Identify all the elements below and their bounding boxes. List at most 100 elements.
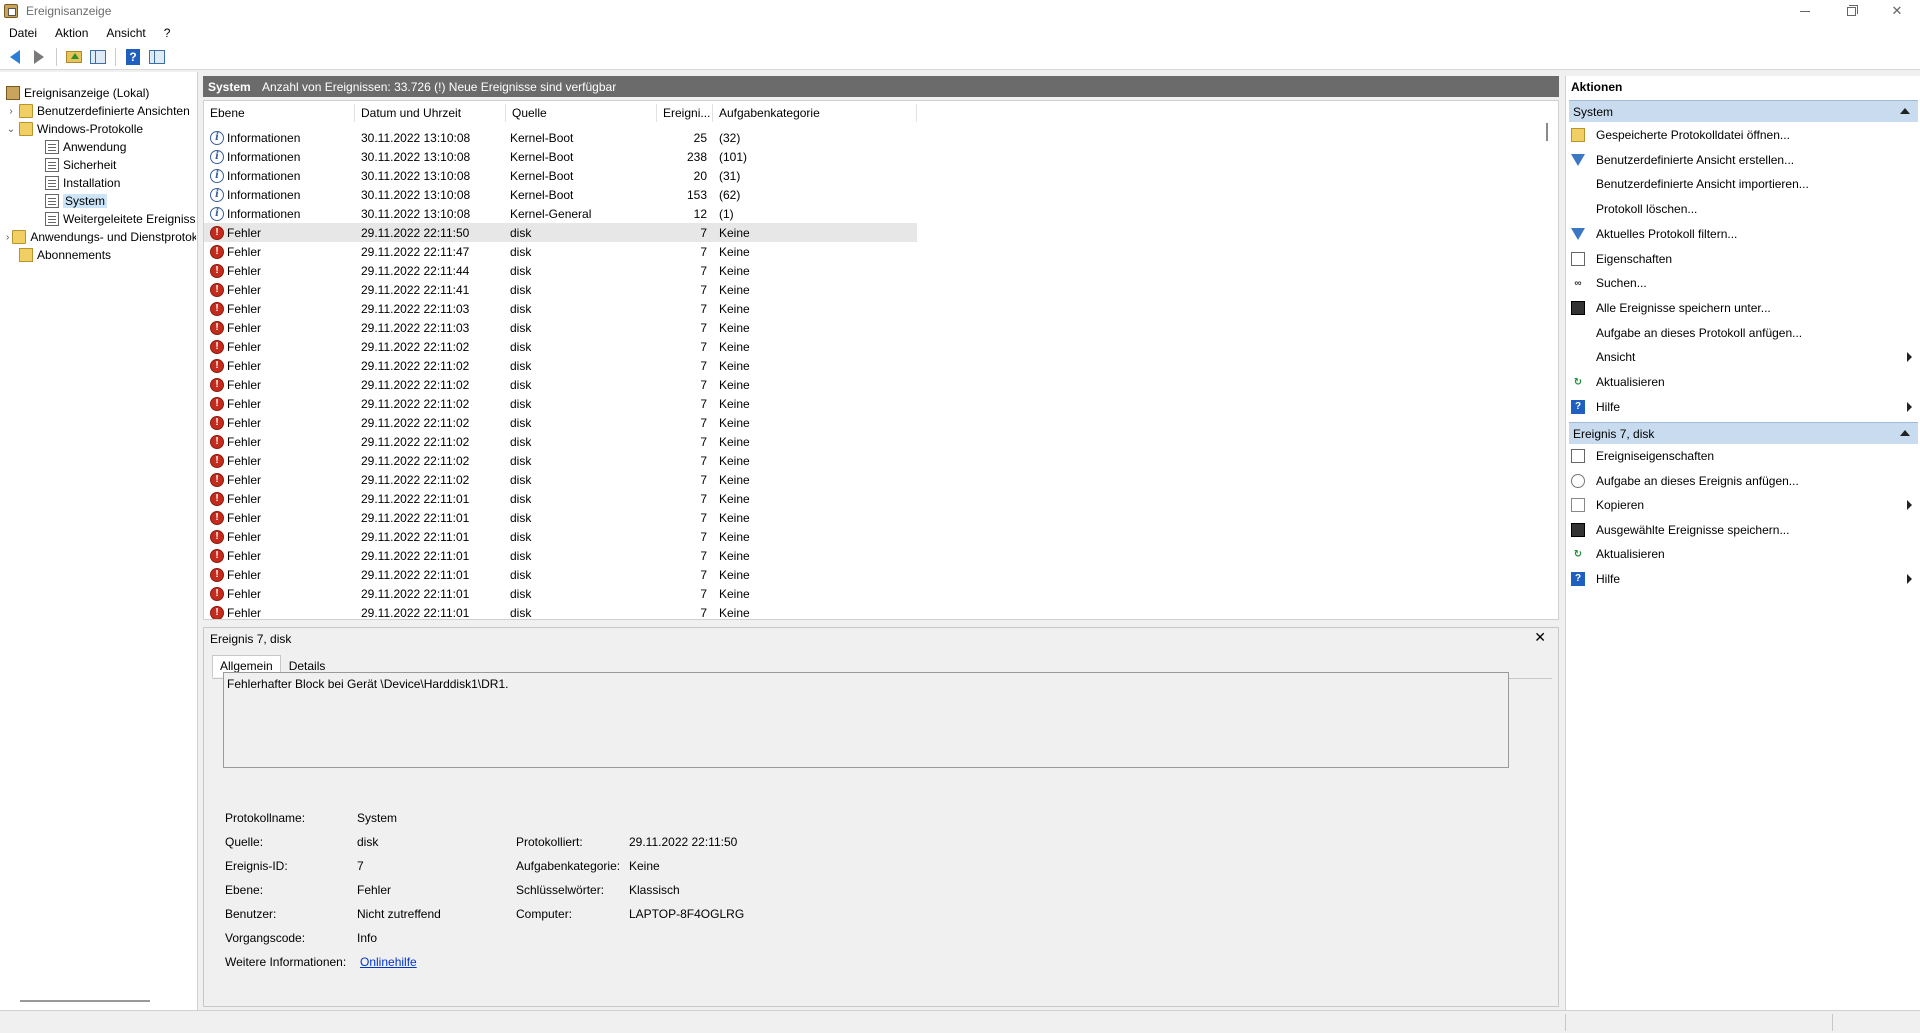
chevron-right-icon[interactable]: › — [6, 232, 9, 243]
table-row[interactable]: ! Fehler 29.11.2022 22:11:02 disk 7 Keine — [204, 432, 917, 451]
action-item[interactable]: Kopieren — [1571, 495, 1918, 515]
menu-aktion[interactable]: Aktion — [46, 22, 97, 44]
table-row[interactable]: i Informationen 30.11.2022 13:10:08 Kernel-… — [204, 185, 917, 204]
table-row[interactable]: ! Fehler 29.11.2022 22:11:02 disk 7 Keine — [204, 451, 917, 470]
vertical-scrollbar[interactable] — [1544, 101, 1552, 619]
scrollbar-thumb[interactable] — [1546, 123, 1548, 141]
action-item[interactable]: Ansicht — [1571, 347, 1918, 367]
table-row[interactable]: ! Fehler 29.11.2022 22:11:01 disk 7 Keine — [204, 603, 917, 619]
action-item[interactable]: Aktuelles Protokoll filtern... — [1571, 224, 1918, 244]
cell-level: ! Fehler — [204, 567, 355, 582]
online-help-link[interactable]: Onlinehilfe — [360, 955, 417, 969]
table-row[interactable]: ! Fehler 29.11.2022 22:11:02 disk 7 Keine — [204, 470, 917, 489]
tree-item-forwarded-events[interactable]: Weitergeleitete Ereignisse — [45, 210, 195, 228]
table-row[interactable]: i Informationen 30.11.2022 13:10:08 Kernel-… — [204, 147, 917, 166]
action-label: Hilfe — [1596, 571, 1621, 586]
table-row[interactable]: ! Fehler 29.11.2022 22:11:01 disk 7 Keine — [204, 527, 917, 546]
restore-button[interactable] — [1828, 0, 1874, 22]
table-row[interactable]: ! Fehler 29.11.2022 22:11:02 disk 7 Keine — [204, 394, 917, 413]
action-item[interactable]: Benutzerdefinierte Ansicht erstellen... — [1571, 150, 1918, 170]
action-item[interactable]: ? Hilfe — [1571, 397, 1918, 417]
table-row[interactable]: ! Fehler 29.11.2022 22:11:47 disk 7 Keine — [204, 242, 917, 261]
chevron-down-icon[interactable]: ⌄ — [6, 124, 16, 135]
level-text: Fehler — [227, 396, 262, 411]
cell-event-id: 25 — [693, 130, 707, 145]
tree-item-system[interactable]: System — [45, 192, 108, 210]
table-row[interactable]: i Informationen 30.11.2022 13:10:08 Kernel-… — [204, 166, 917, 185]
action-item[interactable]: Aufgabe an dieses Ereignis anfügen... — [1571, 471, 1918, 491]
table-row[interactable]: ! Fehler 29.11.2022 22:11:44 disk 7 Keine — [204, 261, 917, 280]
event-message[interactable]: Fehlerhafter Block bei Gerät \Device\Har… — [223, 672, 1509, 768]
horizontal-scrollbar[interactable] — [20, 1000, 150, 1002]
collapse-up-icon[interactable] — [1900, 430, 1910, 436]
column-header-level[interactable]: Ebene — [204, 104, 355, 122]
action-label: Gespeicherte Protokolldatei öffnen... — [1596, 128, 1790, 142]
table-row[interactable]: ! Fehler 29.11.2022 22:11:02 disk 7 Keine — [204, 375, 917, 394]
action-pane-icon — [149, 49, 165, 64]
tree-item-root[interactable]: Ereignisanzeige (Lokal) — [6, 84, 149, 102]
table-row[interactable]: ! Fehler 29.11.2022 22:11:02 disk 7 Keine — [204, 356, 917, 375]
tree-item-anwendung[interactable]: Anwendung — [45, 138, 126, 156]
action-item[interactable]: Ausgewählte Ereignisse speichern... — [1571, 520, 1918, 540]
close-details-icon[interactable]: ✕ — [1534, 629, 1546, 646]
tree-item-app-service-logs[interactable]: › Anwendungs- und Dienstprotokolle — [6, 228, 196, 246]
menu-ansicht[interactable]: Ansicht — [97, 22, 154, 44]
back-button[interactable] — [4, 46, 26, 68]
tree-item-custom-views[interactable]: › Benutzerdefinierte Ansichten — [6, 102, 190, 120]
chevron-right-icon[interactable]: › — [6, 106, 16, 117]
column-header-task-category[interactable]: Aufgabenkategorie — [713, 104, 917, 122]
tree-item-windows-logs[interactable]: ⌄ Windows-Protokolle — [6, 120, 143, 138]
tree-item-sicherheit[interactable]: Sicherheit — [45, 156, 116, 174]
table-row[interactable]: ! Fehler 29.11.2022 22:11:41 disk 7 Keine — [204, 280, 917, 299]
table-row[interactable]: ! Fehler 29.11.2022 22:11:02 disk 7 Keine — [204, 413, 917, 432]
column-header-source[interactable]: Quelle — [506, 104, 657, 122]
actions-section-system[interactable]: System — [1569, 100, 1918, 122]
action-item[interactable]: ↻ Aktualisieren — [1571, 372, 1918, 392]
tree-item-installation[interactable]: Installation — [45, 174, 120, 192]
refresh-icon: ↻ — [1573, 548, 1583, 560]
column-header-event-id[interactable]: Ereigni... — [657, 104, 713, 122]
table-row[interactable]: ! Fehler 29.11.2022 22:11:02 disk 7 Keine — [204, 337, 917, 356]
action-item[interactable]: Gespeicherte Protokolldatei öffnen... — [1571, 125, 1918, 145]
show-hide-action-pane-button[interactable] — [146, 46, 168, 68]
action-item[interactable]: ? Hilfe — [1571, 569, 1918, 589]
action-item[interactable]: Eigenschaften — [1571, 249, 1918, 269]
action-item[interactable]: Alle Ereignisse speichern unter... — [1571, 298, 1918, 318]
up-one-level-button[interactable] — [63, 46, 85, 68]
menu-help[interactable]: ? — [155, 22, 180, 44]
cell-date: 29.11.2022 22:11:50 — [361, 225, 470, 240]
action-item[interactable]: ↻ Aktualisieren — [1571, 544, 1918, 564]
menu-datei[interactable]: Datei — [0, 22, 46, 44]
level-text: Fehler — [227, 472, 262, 487]
table-row[interactable]: ! Fehler 29.11.2022 22:11:01 disk 7 Keine — [204, 489, 917, 508]
show-hide-console-tree-button[interactable] — [87, 46, 109, 68]
tree-item-label: Installation — [63, 176, 121, 190]
cell-level: ! Fehler — [204, 605, 355, 619]
table-row[interactable]: i Informationen 30.11.2022 13:10:08 Kernel-… — [204, 204, 917, 223]
forward-button[interactable] — [28, 46, 50, 68]
table-row[interactable]: ! Fehler 29.11.2022 22:11:01 disk 7 Keine — [204, 546, 917, 565]
table-row[interactable]: i Informationen 30.11.2022 13:10:08 Kernel-… — [204, 128, 917, 147]
info-icon: i — [210, 206, 224, 221]
action-item[interactable]: Aufgabe an dieses Protokoll anfügen... — [1571, 323, 1918, 343]
action-item[interactable]: ∞ Suchen... — [1571, 273, 1918, 293]
column-header-date[interactable]: Datum und Uhrzeit — [355, 104, 506, 122]
table-row[interactable]: ! Fehler 29.11.2022 22:11:01 disk 7 Keine — [204, 565, 917, 584]
tree-item-subscriptions[interactable]: Abonnements — [19, 246, 111, 264]
cell-date: 29.11.2022 22:11:01 — [361, 510, 470, 525]
action-item[interactable]: Benutzerdefinierte Ansicht importieren..… — [1571, 174, 1918, 194]
table-row[interactable]: ! Fehler 29.11.2022 22:11:03 disk 7 Keine — [204, 299, 917, 318]
cell-date: 30.11.2022 13:10:08 — [361, 130, 471, 145]
action-item[interactable]: Ereigniseigenschaften — [1571, 446, 1918, 466]
minimize-button[interactable] — [1782, 0, 1828, 22]
close-window-button[interactable]: ✕ — [1874, 0, 1920, 22]
help-button[interactable]: ? — [122, 46, 144, 68]
action-item[interactable]: Protokoll löschen... — [1571, 199, 1918, 219]
table-row[interactable]: ! Fehler 29.11.2022 22:11:01 disk 7 Keine — [204, 508, 917, 527]
action-label: Ausgewählte Ereignisse speichern... — [1596, 522, 1790, 537]
collapse-up-icon[interactable] — [1900, 108, 1910, 114]
table-row[interactable]: ! Fehler 29.11.2022 22:11:01 disk 7 Keine — [204, 584, 917, 603]
table-row[interactable]: ! Fehler 29.11.2022 22:11:50 disk 7 Keine — [204, 223, 917, 242]
table-row[interactable]: ! Fehler 29.11.2022 22:11:03 disk 7 Keine — [204, 318, 917, 337]
actions-section-event[interactable]: Ereignis 7, disk — [1569, 422, 1918, 444]
